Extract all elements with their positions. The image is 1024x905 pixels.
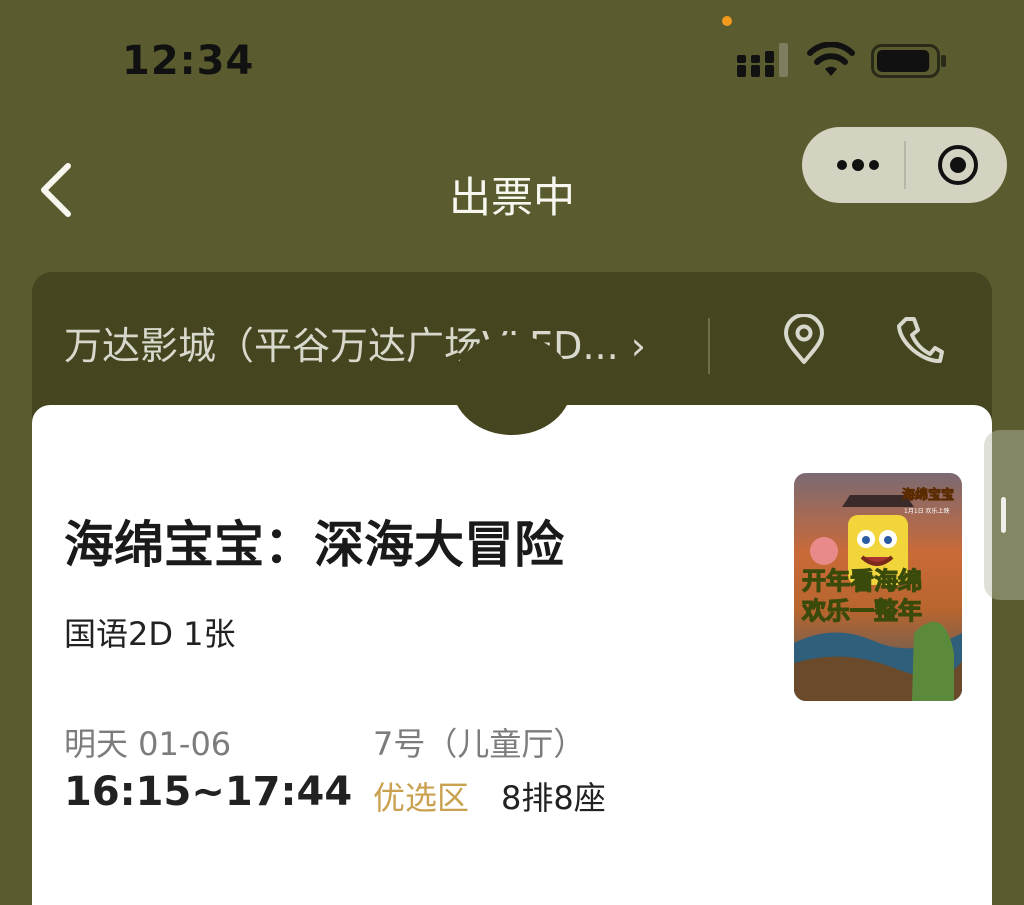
mini-program-capsule (802, 127, 1007, 203)
privacy-indicator-dot (722, 16, 732, 26)
cellular-signal-icon (737, 43, 788, 77)
cinema-divider (708, 318, 710, 374)
movie-poster: 海绵宝宝 1月1日 欢乐上映 开年看海绵 欢乐一整年 (794, 473, 962, 701)
poster-slogan-1: 开年看海绵 (802, 567, 922, 595)
status-bar: 12:34 (0, 0, 1024, 110)
more-dots-icon[interactable] (828, 141, 888, 189)
phone-icon[interactable] (894, 314, 944, 366)
chevron-right-icon: › (630, 324, 646, 368)
navigation-bar: 出票中 (0, 127, 1024, 250)
hall-name: 7号（儿童厅） (373, 725, 586, 763)
seat-zone: 优选区 (373, 779, 470, 817)
show-time-range: 16:15~17:44 (64, 769, 353, 815)
movie-format: 国语2D 1张 (64, 615, 236, 653)
seat-number: 8排8座 (501, 779, 606, 817)
scroll-grip (1001, 497, 1006, 533)
battery-icon (871, 44, 946, 78)
poster-corner-sub: 1月1日 欢乐上映 (904, 507, 950, 515)
location-pin-icon[interactable] (780, 314, 828, 366)
poster-corner-title: 海绵宝宝 (902, 487, 954, 503)
movie-title: 海绵宝宝：深海大冒险 (64, 516, 564, 574)
poster-slogan-2: 欢乐一整年 (801, 597, 922, 625)
ticket-notch (452, 335, 572, 435)
capsule-divider (904, 141, 906, 189)
show-date: 明天 01-06 (64, 725, 232, 763)
status-time: 12:34 (122, 38, 255, 84)
ticket-card: 海绵宝宝：深海大冒险 国语2D 1张 明天 01-06 16:15~17:44 … (32, 335, 992, 905)
target-close-icon[interactable] (930, 141, 986, 189)
wifi-icon (807, 42, 855, 76)
